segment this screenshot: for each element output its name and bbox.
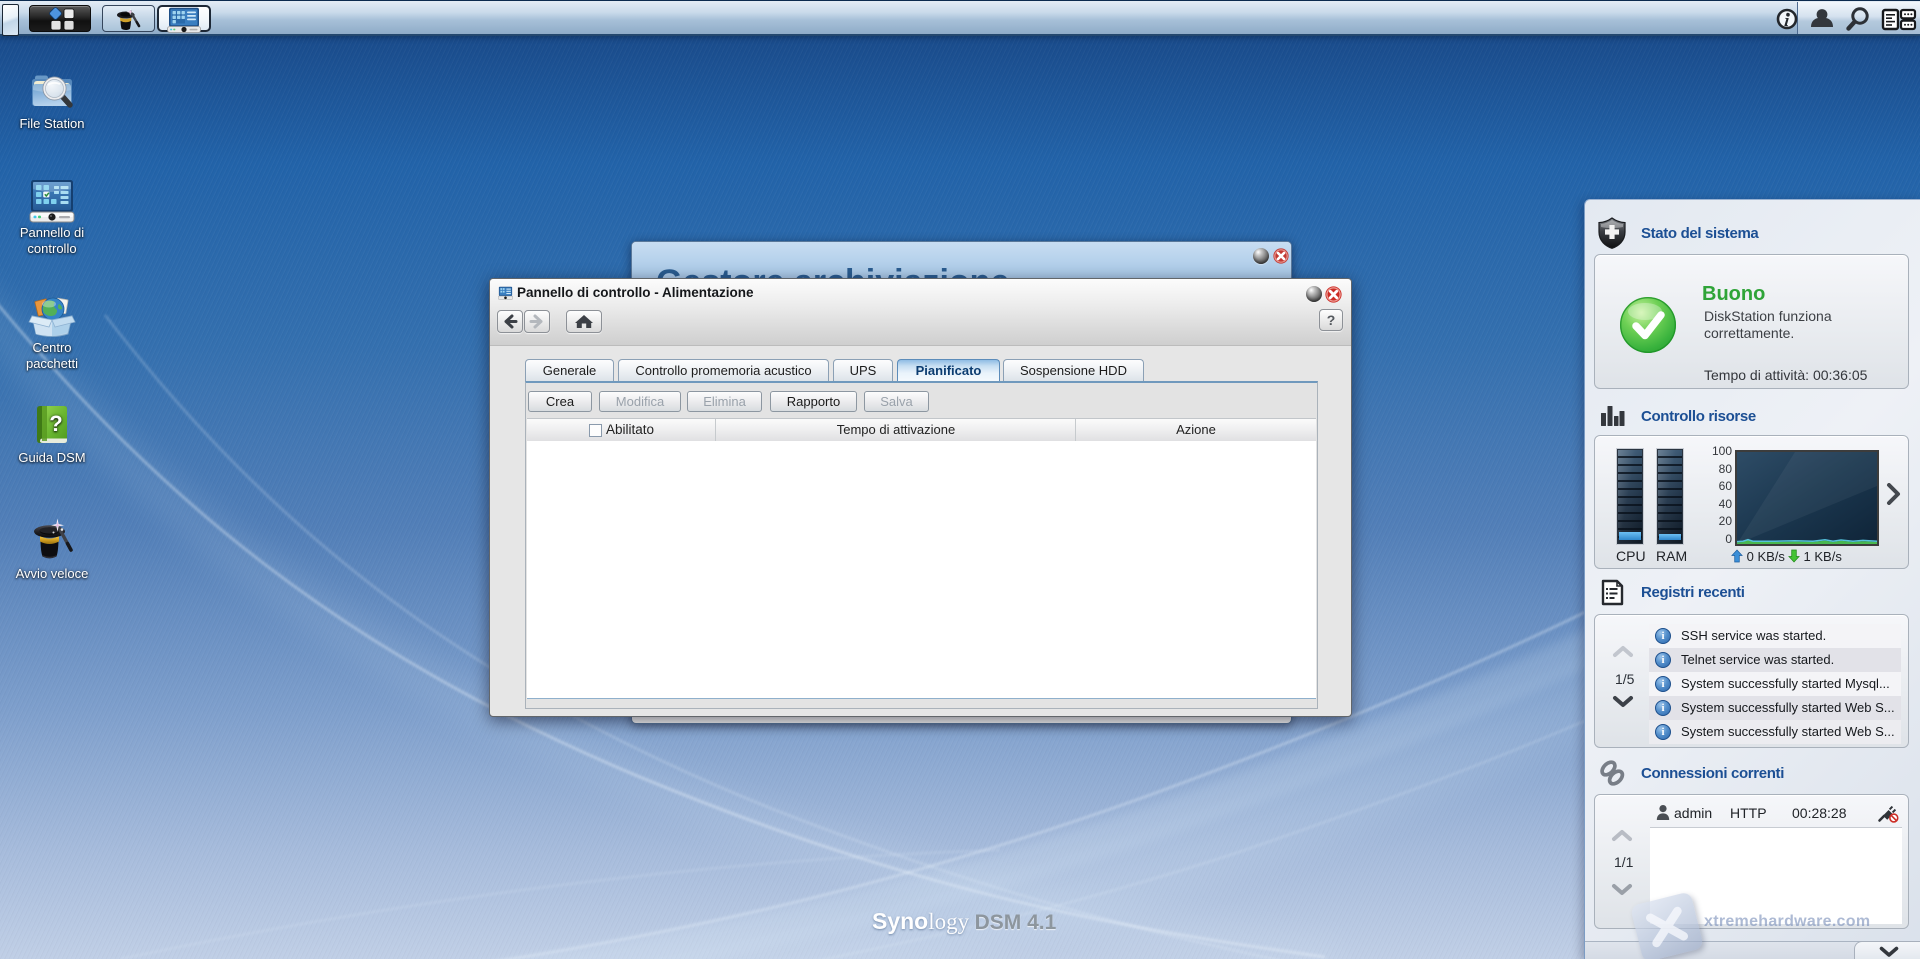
svg-text:?: ? bbox=[49, 411, 62, 436]
